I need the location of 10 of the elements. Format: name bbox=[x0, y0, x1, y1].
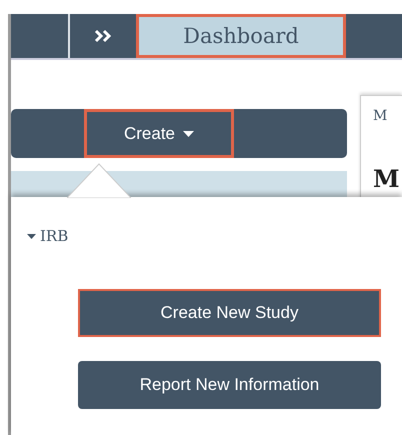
panel-tab-label[interactable]: M bbox=[373, 108, 402, 124]
irb-section-toggle[interactable]: IRB bbox=[27, 227, 68, 245]
caret-icon bbox=[27, 234, 36, 238]
double-chevron-icon[interactable] bbox=[94, 29, 112, 43]
report-information-button[interactable]: Report New Information bbox=[78, 361, 381, 409]
caret-icon bbox=[183, 130, 194, 136]
dashboard-tab[interactable]: Dashboard bbox=[136, 14, 346, 58]
create-dropdown-button[interactable]: Create bbox=[84, 109, 234, 158]
create-study-button[interactable]: Create New Study bbox=[78, 289, 381, 337]
panel-heading: M bbox=[373, 164, 401, 193]
